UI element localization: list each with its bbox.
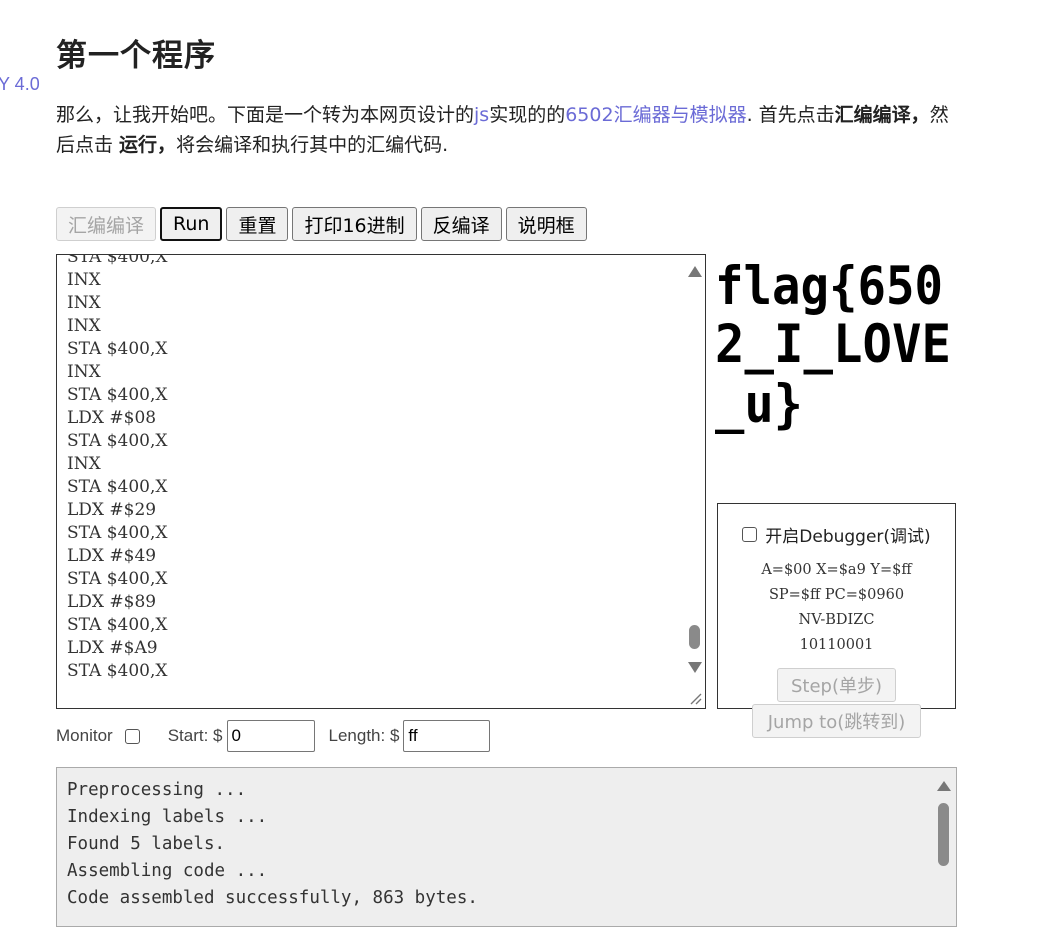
code-line: LDX #$08	[67, 408, 157, 428]
debugger-toggle[interactable]: 开启Debugger(调试)	[718, 522, 955, 547]
intro-paragraph: 那么，让我开始吧。下面是一个转为本网页设计的js实现的的6502汇编器与模拟器.…	[56, 100, 956, 160]
code-line: LDX #$A9	[67, 638, 158, 658]
code-line: STA $400,X	[67, 339, 168, 359]
console-lines: Preprocessing ... Indexing labels ... Foun…	[67, 777, 478, 912]
disassemble-button[interactable]: 反编译	[420, 207, 502, 241]
console-scroll-up-arrow-icon[interactable]	[937, 781, 951, 791]
code-line: INX	[67, 270, 101, 290]
hexdump-button[interactable]: 打印16进制	[292, 207, 417, 241]
intro-bold-run: 运行，	[119, 134, 177, 156]
code-line: STA $400,X	[67, 254, 168, 267]
console-line: Assembling code ...	[67, 861, 268, 881]
code-editor[interactable]: STA $400,X INX INX INX STA $400,X INX STA $400…	[56, 254, 706, 709]
assembler-link[interactable]: 6502汇编器与模拟器	[565, 104, 746, 126]
intro-js-text: js	[474, 104, 490, 126]
screen-line-1: flag{650	[715, 256, 943, 317]
registers-line-2: SP=$ff PC=$0960	[768, 587, 905, 603]
run-button[interactable]: Run	[160, 207, 223, 241]
screen-line-2: 2_I_LOVE	[715, 314, 951, 375]
flags-bits: 10110001	[799, 637, 874, 653]
code-line: STA $400,X	[67, 661, 168, 681]
message-console[interactable]: Preprocessing ... Indexing labels ... Foun…	[56, 767, 957, 927]
code-line: INX	[67, 362, 101, 382]
start-label: Start: $	[167, 726, 223, 745]
register-readout: A=$00 X=$a9 Y=$ff SP=$ff PC=$0960 NV-BDI…	[718, 558, 955, 658]
console-line: Code assembled successfully, 863 bytes.	[67, 888, 478, 908]
code-line: STA $400,X	[67, 431, 168, 451]
debugger-checkbox-label: 开启Debugger(调试)	[765, 527, 931, 547]
jump-to-button[interactable]: Jump to(跳转到)	[752, 704, 921, 738]
code-line: INX	[67, 454, 101, 474]
console-line: Preprocessing ...	[67, 780, 247, 800]
code-line: STA $400,X	[67, 569, 168, 589]
length-label: Length: $	[328, 726, 400, 745]
debugger-checkbox[interactable]	[742, 527, 758, 542]
console-line: Indexing labels ...	[67, 807, 268, 827]
scroll-down-arrow-icon[interactable]	[688, 662, 702, 673]
step-button[interactable]: Step(单步)	[777, 668, 896, 702]
registers-line-1: A=$00 X=$a9 Y=$ff	[761, 562, 912, 578]
assemble-button[interactable]: 汇编编译	[56, 207, 157, 241]
code-line: INX	[67, 316, 101, 336]
edge-note-text: Y 4.0	[0, 74, 40, 94]
start-input[interactable]: 0	[226, 720, 315, 752]
reset-button[interactable]: 重置	[226, 207, 289, 241]
notes-button[interactable]: 说明框	[505, 207, 587, 241]
code-line: STA $400,X	[67, 477, 168, 497]
code-line: INX	[67, 293, 101, 313]
console-line: Found 5 labels.	[67, 834, 226, 854]
display-screen: flag{650 2_I_LOVE _u}	[715, 256, 951, 434]
length-input[interactable]: ff	[403, 720, 491, 752]
intro-text-2: 实现的的	[489, 104, 566, 126]
intro-text-5: 将会编译和执行其中的汇编代码.	[176, 134, 449, 156]
intro-text-1: 那么，让我开始吧。下面是一个转为本网页设计的	[56, 104, 475, 126]
intro-text-3: . 首先点击	[746, 104, 835, 126]
code-line: STA $400,X	[67, 523, 168, 543]
intro-bold-assemble: 汇编编译，	[834, 104, 930, 126]
monitor-label: Monitor	[56, 726, 113, 745]
resize-handle-icon[interactable]	[685, 688, 703, 706]
code-line: LDX #$49	[67, 546, 157, 566]
screen-line-3: _u}	[715, 374, 803, 434]
monitor-controls: Monitor Start: $ 0 Length: $ ff	[56, 720, 491, 752]
page-title: 第一个程序	[56, 38, 216, 74]
code-line: STA $400,X	[67, 615, 168, 635]
scroll-up-arrow-icon[interactable]	[688, 266, 702, 277]
code-line: LDX #$29	[67, 500, 157, 520]
scroll-thumb[interactable]	[689, 625, 700, 649]
code-line: LDX #$89	[67, 592, 157, 612]
flags-label: NV-BDIZC	[798, 612, 875, 628]
console-scroll-thumb[interactable]	[938, 803, 949, 866]
monitor-checkbox[interactable]	[124, 728, 140, 744]
toolbar: 汇编编译 Run 重置 打印16进制 反编译 说明框	[56, 207, 587, 241]
code-lines: STA $400,X INX INX INX STA $400,X INX STA $400…	[67, 254, 168, 683]
console-scrollbar[interactable]	[932, 768, 956, 926]
code-scrollbar[interactable]	[683, 255, 705, 685]
code-line: STA $400,X	[67, 385, 168, 405]
